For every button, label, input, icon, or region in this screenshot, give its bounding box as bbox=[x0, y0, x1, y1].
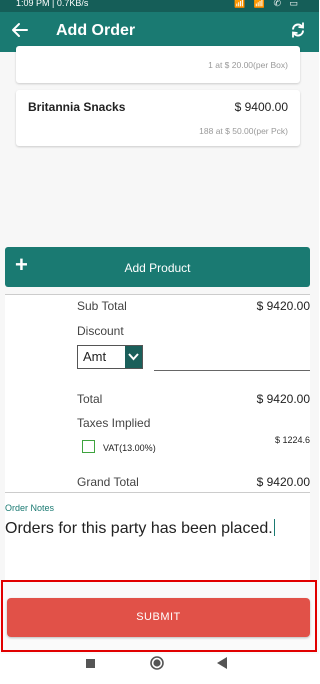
taxes-row: Taxes Implied bbox=[77, 416, 310, 430]
grand-total-value: $ 9420.00 bbox=[256, 475, 310, 489]
arrow-left-icon[interactable] bbox=[11, 21, 29, 39]
order-notes-text: Orders for this party has been placed. bbox=[5, 520, 273, 537]
chevron-down-icon[interactable] bbox=[125, 346, 142, 368]
taxes-label: Taxes Implied bbox=[77, 416, 151, 430]
home-icon[interactable] bbox=[150, 656, 164, 670]
grand-total-row: Grand Total $ 9420.00 bbox=[77, 475, 310, 489]
order-summary: Sub Total $ 9420.00 Discount Amt Total $… bbox=[5, 294, 310, 493]
discount-type-select[interactable]: Amt bbox=[77, 345, 143, 369]
recents-icon[interactable] bbox=[86, 659, 95, 668]
vat-value: $ 1224.6 bbox=[274, 435, 310, 445]
text-cursor bbox=[273, 519, 276, 536]
total-row: Total $ 9420.00 bbox=[77, 392, 310, 406]
add-product-button[interactable]: + Add Product bbox=[5, 247, 310, 287]
product-card[interactable]: Britannia Snacks $ 9400.00 188 at $ 50.0… bbox=[16, 90, 300, 146]
product-amount: $ 9400.00 bbox=[234, 100, 288, 114]
product-qty-detail: 188 at $ 50.00(per Pck) bbox=[199, 126, 288, 136]
product-name: Britannia Snacks bbox=[28, 100, 126, 114]
submit-label: SUBMIT bbox=[136, 611, 181, 623]
add-product-label: Add Product bbox=[124, 261, 191, 275]
vat-checkbox[interactable] bbox=[82, 440, 95, 453]
discount-amount-input[interactable] bbox=[154, 370, 310, 371]
order-notes-label: Order Notes bbox=[5, 503, 55, 513]
discount-type-value: Amt bbox=[83, 349, 107, 364]
submit-button[interactable]: SUBMIT bbox=[7, 598, 310, 637]
sub-total-value: $ 9420.00 bbox=[256, 299, 310, 313]
total-value: $ 9420.00 bbox=[256, 392, 310, 406]
vat-label: VAT(13.00%) bbox=[103, 443, 156, 453]
total-label: Total bbox=[77, 392, 103, 406]
status-bar: 1:09 PM | 0.7KB/s 📶 📶 ✆ ▭ bbox=[0, 0, 319, 12]
sub-total-label: Sub Total bbox=[77, 299, 127, 313]
order-notes: Order Notes Orders for this party has be… bbox=[5, 492, 310, 581]
sub-total-row: Sub Total $ 9420.00 bbox=[77, 299, 310, 313]
order-notes-input[interactable]: Orders for this party has been placed. bbox=[5, 519, 276, 538]
sync-icon[interactable] bbox=[289, 21, 307, 39]
grand-total-label: Grand Total bbox=[77, 475, 139, 489]
page-title: Add Order bbox=[56, 22, 136, 39]
back-icon[interactable] bbox=[217, 657, 227, 669]
product-qty-detail: 1 at $ 20.00(per Box) bbox=[208, 60, 288, 70]
status-icons: 📶 📶 ✆ ▭ bbox=[234, 0, 301, 8]
discount-row: Discount bbox=[77, 324, 310, 338]
order-content[interactable]: 1 at $ 20.00(per Box) Britannia Snacks $… bbox=[0, 46, 319, 581]
status-time: 1:09 PM | 0.7KB/s bbox=[16, 0, 89, 8]
system-nav-bar bbox=[0, 654, 319, 684]
discount-label: Discount bbox=[77, 324, 124, 338]
product-card[interactable]: 1 at $ 20.00(per Box) bbox=[16, 46, 300, 83]
